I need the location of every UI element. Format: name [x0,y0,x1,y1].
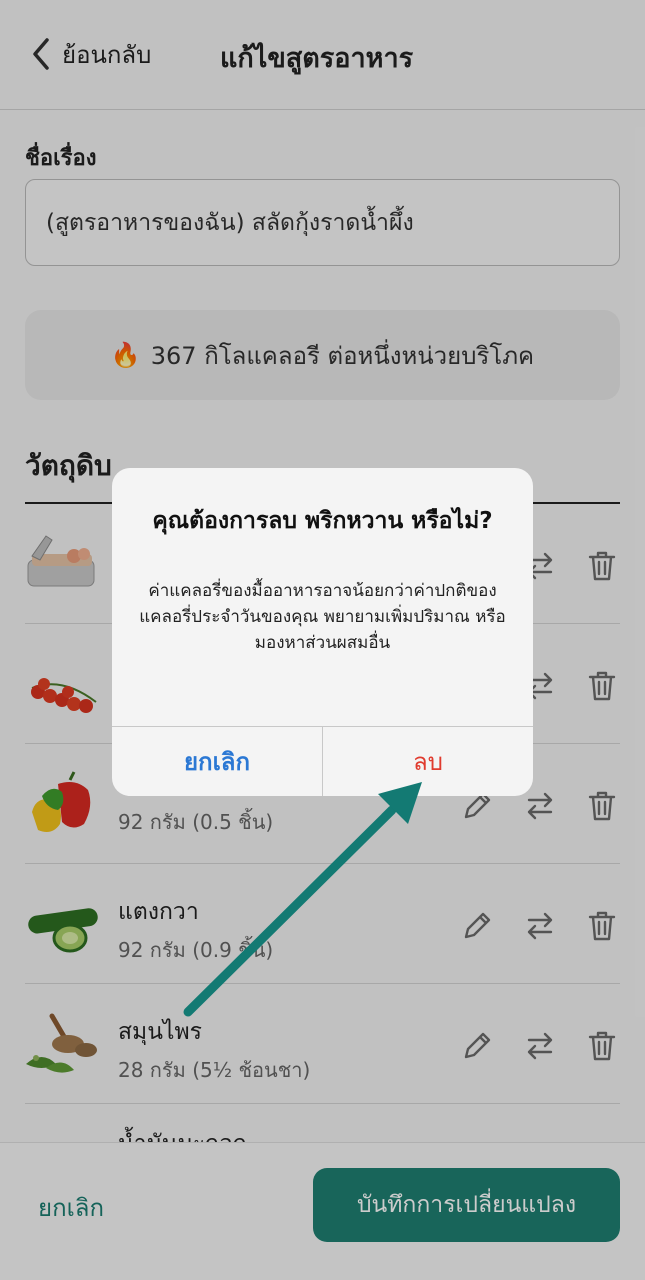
delete-confirm-dialog: คุณต้องการลบ พริกหวาน หรือไม่? ค่าแคลอรี… [112,468,533,796]
dialog-delete-button[interactable]: ลบ [323,727,533,796]
dialog-message: ค่าแคลอรี่ของมื้ออาหารอาจน้อยกว่าค่าปกติ… [139,581,506,653]
dialog-title: คุณต้องการลบ พริกหวาน หรือไม่? [152,508,493,534]
dialog-cancel-button[interactable]: ยกเลิก [112,727,322,796]
